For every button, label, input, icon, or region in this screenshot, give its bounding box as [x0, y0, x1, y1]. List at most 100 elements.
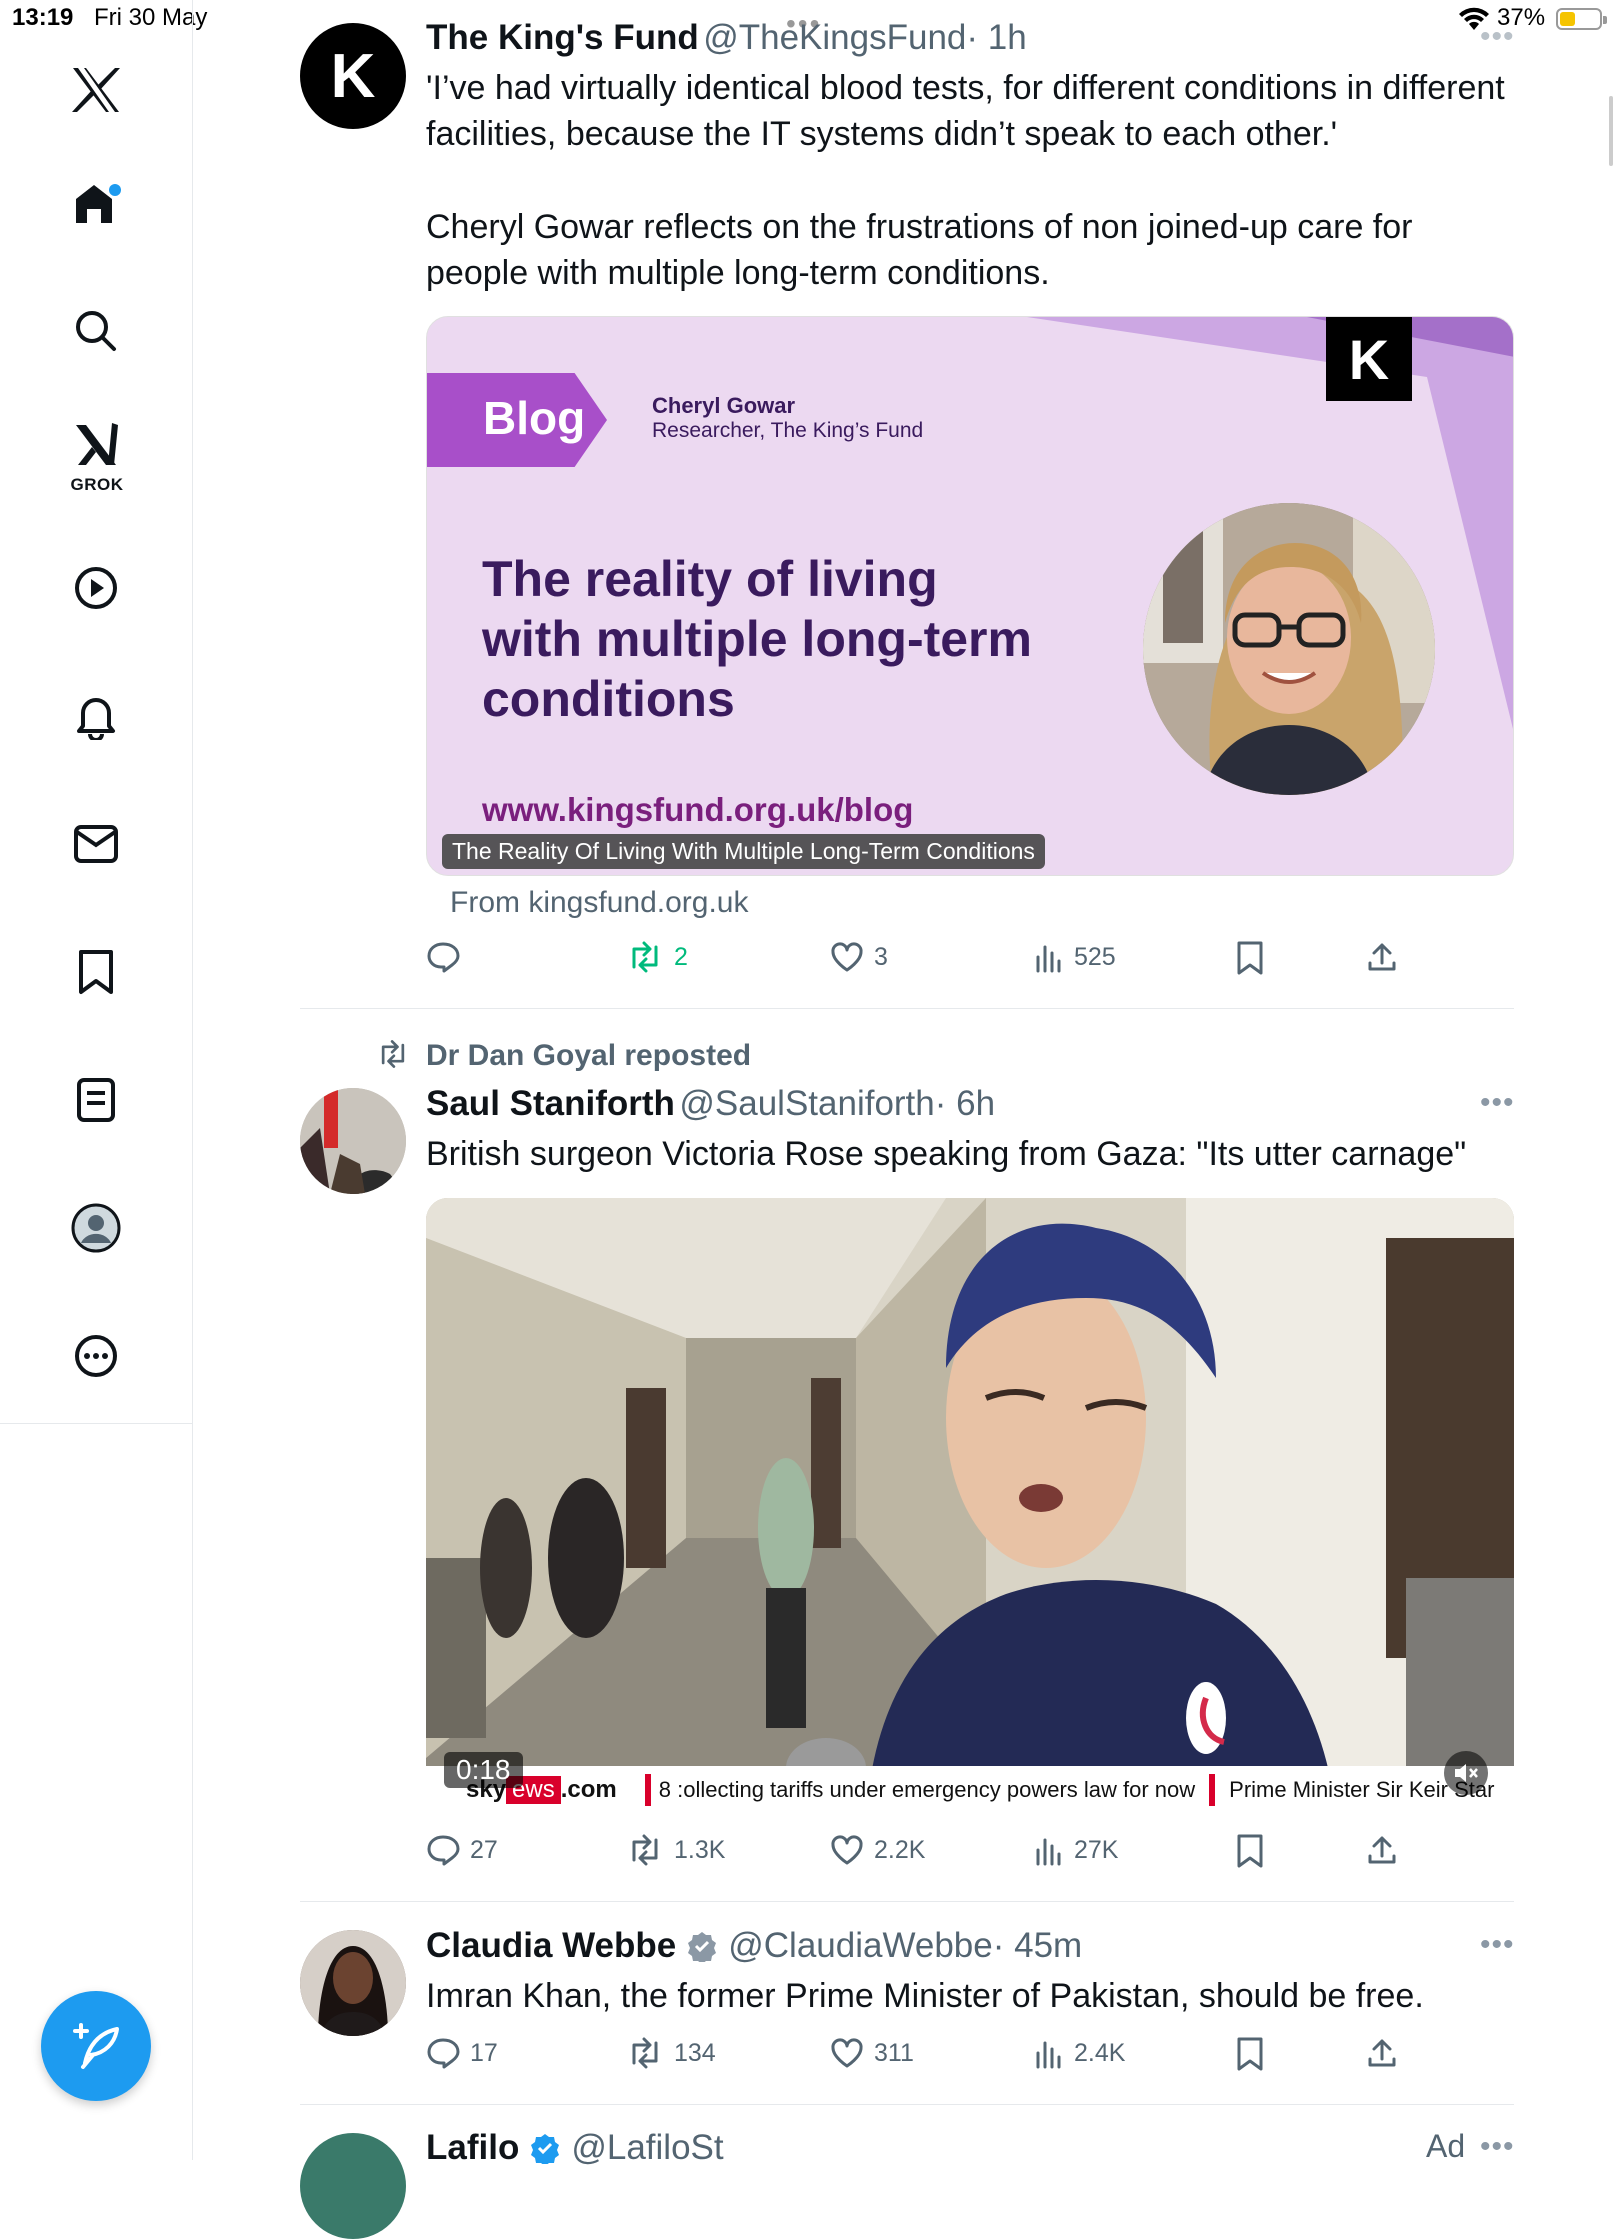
like-button[interactable]: 2.2K	[830, 1834, 925, 1866]
more-icon[interactable]: •••	[1480, 1928, 1515, 1962]
avatar-letter: K	[330, 41, 376, 111]
verified-badge-icon	[531, 2134, 560, 2164]
divider	[300, 2104, 1514, 2105]
share-icon	[1368, 2039, 1396, 2067]
card-author-role: Researcher, The King’s Fund	[652, 419, 924, 442]
video-duration: 0:18	[444, 1752, 523, 1788]
like-count: 3	[874, 942, 888, 971]
views-button[interactable]: 525	[1034, 941, 1116, 973]
author-name[interactable]: Claudia Webbe	[426, 1926, 676, 1966]
more-icon[interactable]: •••	[1480, 1086, 1515, 1120]
author-handle[interactable]: @TheKingsFund	[703, 18, 966, 57]
share-button[interactable]	[1366, 941, 1398, 973]
feather-plus-icon	[73, 2023, 119, 2069]
author-name[interactable]: Saul Staniforth	[426, 1084, 675, 1123]
repost-icon	[632, 1834, 658, 1866]
video-play-icon[interactable]	[60, 552, 132, 624]
heart-icon	[831, 942, 863, 972]
card-headline: The reality of living with multiple long…	[482, 549, 1032, 729]
author-name[interactable]: Lafilo	[426, 2128, 519, 2168]
scrollbar[interactable]	[1609, 96, 1613, 166]
author-photo	[1143, 503, 1435, 795]
heart-icon	[831, 2038, 863, 2068]
author-handle[interactable]: @SaulStaniforth	[679, 1084, 934, 1123]
reply-button[interactable]: 17	[426, 2037, 498, 2069]
bookmark-button[interactable]	[1236, 941, 1264, 975]
notifications-bell-icon[interactable]	[60, 680, 132, 752]
author-handle[interactable]: @LafiloSt	[571, 2128, 723, 2168]
view-count: 27K	[1074, 1835, 1119, 1864]
card-caption: The Reality Of Living With Multiple Long…	[442, 834, 1045, 869]
compose-post-button[interactable]	[41, 1991, 151, 2101]
tweet-header: The King's Fund @TheKingsFund· 1h	[426, 18, 1027, 58]
messages-envelope-icon[interactable]	[60, 808, 132, 880]
reply-button[interactable]	[426, 941, 470, 973]
tweet-text: 'I’ve had virtually identical blood test…	[426, 69, 1505, 153]
muted-speaker-icon	[1455, 1764, 1478, 1782]
like-button[interactable]: 3	[830, 941, 888, 973]
tweet-text: Imran Khan, the former Prime Minister of…	[426, 1977, 1424, 2015]
heart-icon	[831, 1835, 863, 1865]
repost-button[interactable]: 134	[626, 2037, 716, 2069]
reply-icon	[427, 2038, 460, 2069]
share-icon	[1368, 1836, 1396, 1864]
reply-button[interactable]: 27	[426, 1834, 498, 1866]
ticker-com: .com	[560, 1776, 617, 1803]
bookmark-button[interactable]	[1236, 2037, 1264, 2071]
avatar[interactable]: K	[300, 23, 406, 129]
card-url: www.kingsfund.org.uk/blog	[482, 791, 914, 828]
bookmark-button[interactable]	[1236, 1834, 1264, 1868]
home-icon[interactable]	[60, 166, 132, 238]
more-options-icon[interactable]	[60, 1320, 132, 1392]
more-icon[interactable]: •••	[1480, 2130, 1515, 2164]
tweet-header: Saul Staniforth @SaulStaniforth· 6h	[426, 1084, 995, 1124]
tweet-header: Claudia Webbe @ClaudiaWebbe· 45m	[426, 1926, 1082, 1966]
verified-badge-icon	[688, 1932, 717, 1962]
avatar[interactable]	[300, 2133, 406, 2239]
repost-button[interactable]: 2	[626, 941, 688, 973]
author-name[interactable]: The King's Fund	[426, 18, 699, 57]
video-player[interactable]	[426, 1198, 1514, 1814]
bookmark-icon	[1237, 941, 1263, 975]
blog-tag: Blog	[483, 392, 586, 444]
view-count: 525	[1074, 942, 1116, 971]
author-handle[interactable]: @ClaudiaWebbe	[728, 1926, 992, 1965]
reply-icon	[427, 942, 460, 973]
tweet-text: British surgeon Victoria Rose speaking f…	[426, 1135, 1467, 1173]
analytics-icon	[1036, 1838, 1061, 1866]
avatar[interactable]	[300, 1930, 406, 2036]
views-button[interactable]: 2.4K	[1034, 2037, 1125, 2069]
card-source[interactable]: From kingsfund.org.uk	[450, 886, 748, 920]
share-button[interactable]	[1366, 2037, 1398, 2069]
kings-fund-logo: K	[1326, 317, 1412, 401]
lists-icon[interactable]	[60, 1064, 132, 1136]
views-button[interactable]: 27K	[1034, 1834, 1118, 1866]
ticker-text-1: 8 :ollecting tariffs under emergency pow…	[658, 1777, 1196, 1802]
card-headline-line-3: conditions	[482, 671, 735, 727]
search-icon[interactable]	[60, 295, 132, 367]
grok-icon[interactable]	[60, 414, 132, 474]
grok-label: GROK	[70, 475, 124, 494]
bookmarks-icon[interactable]	[60, 936, 132, 1008]
post-time: · 45m	[992, 1926, 1083, 1965]
like-count: 311	[874, 2038, 914, 2067]
reposted-by[interactable]: Dr Dan Goyal reposted	[426, 1039, 751, 1073]
repost-count: 2	[674, 942, 688, 971]
link-card[interactable]: Blog Cheryl Gowar Researcher, The King’s…	[426, 316, 1514, 876]
news-ticker: sky ews .com 8 :ollecting tariffs under …	[426, 1766, 1514, 1814]
post-time: · 6h	[934, 1084, 996, 1123]
more-icon[interactable]: •••	[1480, 20, 1515, 54]
card-headline-line-1: The reality of living	[482, 551, 938, 607]
sidebar: GROK	[0, 0, 193, 1424]
x-logo-icon[interactable]	[60, 54, 132, 126]
repost-button[interactable]: 1.3K	[626, 1834, 725, 1866]
card-headline-line-2: with multiple long-term	[482, 611, 1032, 667]
profile-avatar-icon[interactable]	[60, 1192, 132, 1264]
share-button[interactable]	[1366, 1834, 1398, 1866]
bookmark-icon	[1237, 1834, 1263, 1868]
like-button[interactable]: 311	[830, 2037, 914, 2069]
divider	[300, 1901, 1514, 1902]
like-count: 2.2K	[874, 1835, 926, 1864]
mute-button[interactable]	[1444, 1751, 1488, 1795]
avatar[interactable]	[300, 1088, 406, 1194]
